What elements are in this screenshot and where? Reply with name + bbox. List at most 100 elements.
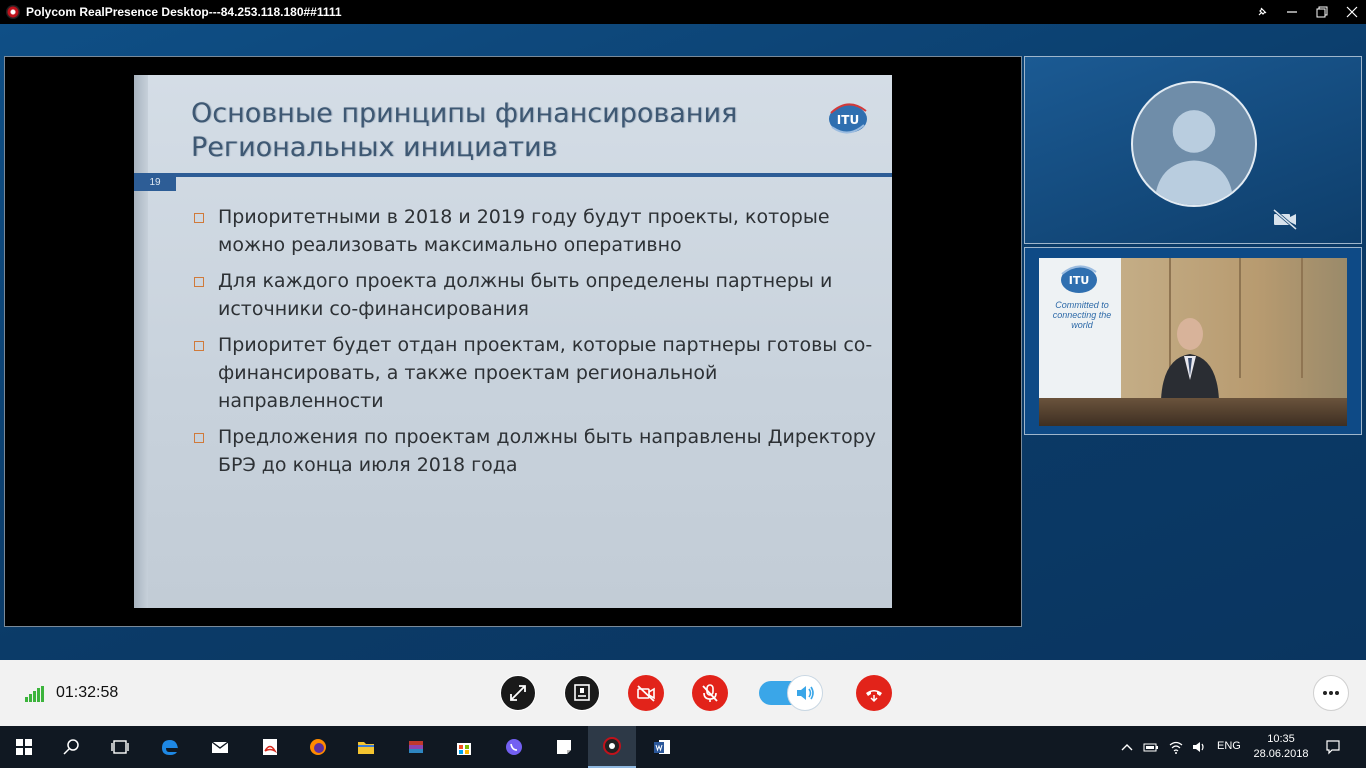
itu-banner-slogan: Committed to connecting the world — [1052, 300, 1112, 330]
content-share-button[interactable] — [564, 675, 600, 711]
tray-volume[interactable] — [1189, 726, 1209, 768]
camera-off-icon — [637, 685, 655, 702]
speaker-toggle-button[interactable] — [787, 675, 823, 711]
presentation-slide: Основные принципы финансирования Региона… — [134, 75, 892, 608]
firefox-icon — [310, 739, 326, 755]
microphone-muted-icon — [702, 684, 718, 702]
minimize-icon — [1287, 11, 1297, 13]
slide-bullet: Приоритет будет отдан проектам, которые … — [190, 331, 880, 415]
call-toolbar: 01:32:58 — [0, 660, 1366, 726]
taskbar-mail[interactable] — [196, 726, 244, 768]
taskbar-firefox[interactable] — [294, 726, 342, 768]
winrar-icon — [409, 741, 423, 753]
taskbar-polycom[interactable] — [588, 726, 636, 768]
conference-table — [1039, 398, 1347, 426]
volume-icon — [1193, 742, 1204, 752]
taskbar-edge[interactable] — [146, 726, 194, 768]
tray-show-hidden-button[interactable] — [1118, 726, 1136, 768]
polycom-icon — [603, 737, 621, 755]
fullscreen-button[interactable] — [500, 675, 536, 711]
slide-title-line-2: Региональных инициатив — [191, 132, 558, 163]
taskbar-acrobat[interactable] — [246, 726, 294, 768]
hang-up-icon — [866, 690, 882, 703]
itu-logo-text: ITU — [837, 113, 859, 127]
viber-icon — [506, 739, 522, 755]
slide-bullet: Для каждого проекта должны быть определе… — [190, 267, 880, 323]
slide-bullet: Предложения по проектам должны быть напр… — [190, 423, 880, 479]
slide-bullet: Приоритетными в 2018 и 2019 году будут п… — [190, 203, 880, 259]
camera-toggle-button[interactable] — [628, 675, 664, 711]
taskbar-word[interactable] — [638, 726, 686, 768]
slide-divider — [134, 173, 892, 177]
taskbar-winrar[interactable] — [392, 726, 440, 768]
remote-video-feed: ITU Committed to connecting the world — [1039, 258, 1347, 426]
slide-side-strip — [134, 75, 148, 608]
share-content-icon — [574, 684, 590, 701]
acrobat-icon — [263, 739, 278, 755]
slide-title: Основные принципы финансирования Региона… — [191, 97, 831, 165]
store-icon — [457, 743, 471, 755]
window-title: Polycom RealPresence Desktop---84.253.11… — [26, 5, 342, 19]
search-icon — [63, 739, 79, 755]
action-center-button[interactable] — [1322, 726, 1344, 768]
windows-logo-icon — [16, 739, 32, 755]
mail-icon — [211, 741, 229, 753]
folder-icon — [358, 742, 374, 754]
tray-battery[interactable] — [1141, 726, 1161, 768]
speaker-icon — [797, 686, 814, 700]
camera-off-icon — [1273, 208, 1297, 231]
itu-banner-logo-icon: ITU — [1061, 265, 1097, 293]
close-button[interactable] — [1338, 0, 1366, 24]
restore-icon — [1316, 6, 1328, 18]
tray-time: 10:35 — [1267, 733, 1295, 745]
bullet-square-icon — [194, 213, 204, 223]
expand-icon — [510, 685, 526, 701]
task-view-button[interactable] — [96, 726, 144, 768]
itu-logo-icon: ITU — [829, 103, 867, 134]
sticky-notes-icon — [557, 740, 571, 754]
tray-date: 28.06.2018 — [1253, 748, 1309, 760]
taskbar-viber[interactable] — [490, 726, 538, 768]
taskbar-search-button[interactable] — [48, 726, 96, 768]
wifi-icon — [1169, 741, 1183, 754]
close-icon — [1346, 6, 1358, 18]
restore-button[interactable] — [1308, 0, 1336, 24]
tray-wifi[interactable] — [1166, 726, 1186, 768]
windows-taskbar: ENG 10:35 28.06.2018 — [0, 726, 1366, 768]
itu-banner-logo-text: ITU — [1069, 274, 1090, 287]
minimize-button[interactable] — [1278, 0, 1306, 24]
title-bar: Polycom RealPresence Desktop---84.253.11… — [0, 0, 1366, 24]
edge-browser-icon — [162, 740, 178, 755]
start-button[interactable] — [0, 726, 48, 768]
polycom-app-icon — [6, 5, 20, 19]
taskbar-store[interactable] — [440, 726, 488, 768]
user-silhouette-icon — [1154, 110, 1234, 205]
tray-clock[interactable]: 10:35 28.06.2018 — [1251, 732, 1311, 762]
word-icon — [654, 740, 670, 754]
microphone-toggle-button[interactable] — [692, 675, 728, 711]
tray-language[interactable]: ENG — [1217, 740, 1241, 752]
slide-title-line-1: Основные принципы финансирования — [191, 98, 738, 129]
ellipsis-icon — [1323, 691, 1339, 695]
bullet-square-icon — [194, 433, 204, 443]
task-view-icon — [111, 740, 129, 754]
self-view-pane[interactable] — [1024, 56, 1362, 244]
remote-participant-person — [1161, 318, 1219, 400]
bullet-square-icon — [194, 277, 204, 287]
content-share-pane[interactable]: Основные принципы финансирования Региона… — [4, 56, 1022, 627]
taskbar-file-explorer[interactable] — [342, 726, 390, 768]
remote-video-pane[interactable]: ITU Committed to connecting the world — [1024, 247, 1362, 435]
slide-bullet-list: Приоритетными в 2018 и 2019 году будут п… — [190, 203, 880, 487]
battery-icon — [1143, 743, 1158, 752]
hang-up-button[interactable] — [856, 675, 892, 711]
chevron-up-icon — [1121, 744, 1133, 751]
pin-button[interactable] — [1248, 0, 1276, 24]
more-options-button[interactable] — [1313, 675, 1349, 711]
bullet-square-icon — [194, 341, 204, 351]
window-controls — [1246, 0, 1366, 24]
slide-page-number: 19 — [134, 175, 176, 191]
taskbar-sticky-notes[interactable] — [540, 726, 588, 768]
pin-icon — [1258, 7, 1267, 16]
call-duration: 01:32:58 — [56, 684, 119, 701]
signal-strength-icon — [25, 686, 44, 702]
